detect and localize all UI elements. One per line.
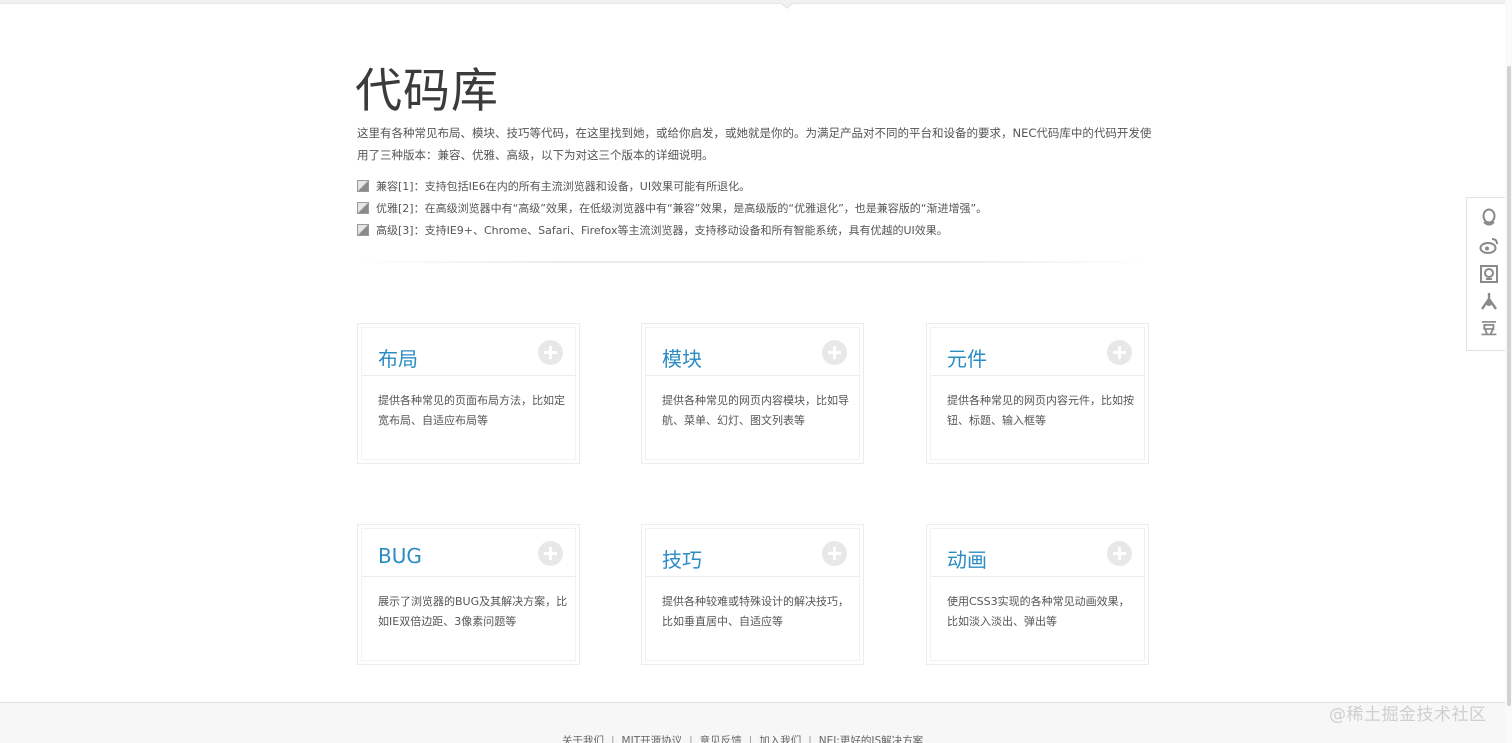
weibo-icon[interactable] bbox=[1479, 236, 1499, 256]
card-inner: 技巧 提供各种较难或特殊设计的解决技巧，比如垂直居中、自适应等 bbox=[645, 528, 860, 661]
card-description: 提供各种常见的页面布局方法，比如定宽布局、自适应布局等 bbox=[378, 394, 565, 427]
renren-icon[interactable] bbox=[1479, 291, 1499, 311]
footer-link-license[interactable]: MIT开源协议 bbox=[622, 735, 683, 743]
scrollbar-thumb[interactable] bbox=[1507, 66, 1511, 706]
footer: 关于我们 | MIT开源协议 | 意见反馈 | 加入我们 | NEJ:更好的JS解决方案 bbox=[0, 702, 1512, 743]
card-title[interactable]: 布局 bbox=[378, 343, 418, 372]
version-item-advanced: 高级[3]：支持IE9+、Chrome、Safari、Firefox等主流浏览器… bbox=[357, 220, 1157, 242]
plus-circle-icon[interactable] bbox=[822, 541, 847, 566]
page-title: 代码库 bbox=[355, 64, 499, 119]
card-inner: 动画 使用CSS3实现的各种常见动画效果，比如淡入淡出、弹出等 bbox=[930, 528, 1145, 661]
plus-circle-icon[interactable] bbox=[538, 541, 563, 566]
card-title[interactable]: 模块 bbox=[662, 343, 702, 372]
footer-separator: | bbox=[808, 735, 812, 743]
plus-circle-icon[interactable] bbox=[538, 340, 563, 365]
watermark: @稀土掘金技术社区 bbox=[1329, 705, 1487, 725]
douban-icon[interactable]: 豆 bbox=[1479, 319, 1499, 339]
version-marker-icon bbox=[357, 224, 369, 236]
footer-separator: | bbox=[748, 735, 753, 743]
page-scrollbar[interactable] bbox=[1505, 0, 1512, 743]
card-inner: BUG 展示了浏览器的BUG及其解决方案，比如IE双倍边距、3像素问题等 bbox=[361, 528, 576, 661]
card-description: 提供各种常见的网页内容模块，比如导航、菜单、幻灯、图文列表等 bbox=[662, 394, 849, 427]
card-title[interactable]: BUG bbox=[378, 544, 422, 568]
version-list: 兼容[1]：支持包括IE6在内的所有主流浏览器和设备，UI效果可能有所退化。 优… bbox=[357, 176, 1157, 242]
card-title[interactable]: 动画 bbox=[947, 544, 987, 573]
version-item-compatible: 兼容[1]：支持包括IE6在内的所有主流浏览器和设备，UI效果可能有所退化。 bbox=[357, 176, 1157, 198]
version-text: 优雅[2]：在高级浏览器中有“高级”效果，在低级浏览器中有“兼容”效果，是高级版… bbox=[376, 202, 988, 215]
footer-link-about[interactable]: 关于我们 bbox=[562, 735, 604, 743]
footer-link-nej[interactable]: NEJ:更好的JS解决方案 bbox=[819, 735, 923, 743]
footer-link-feedback[interactable]: 意见反馈 bbox=[700, 735, 742, 743]
card-description: 使用CSS3实现的各种常见动画效果，比如淡入淡出、弹出等 bbox=[947, 595, 1130, 628]
card-title[interactable]: 技巧 bbox=[662, 544, 702, 573]
card-tips[interactable]: 技巧 提供各种较难或特殊设计的解决技巧，比如垂直居中、自适应等 bbox=[641, 524, 864, 665]
card-title[interactable]: 元件 bbox=[947, 343, 987, 372]
footer-link-join[interactable]: 加入我们 bbox=[759, 735, 801, 743]
footer-links: 关于我们 | MIT开源协议 | 意见反馈 | 加入我们 | NEJ:更好的JS解决方案 bbox=[562, 733, 923, 743]
version-text: 兼容[1]：支持包括IE6在内的所有主流浏览器和设备，UI效果可能有所退化。 bbox=[376, 180, 751, 193]
card-header: 技巧 bbox=[646, 529, 859, 577]
plus-circle-icon[interactable] bbox=[1107, 340, 1132, 365]
card-bug[interactable]: BUG 展示了浏览器的BUG及其解决方案，比如IE双倍边距、3像素问题等 bbox=[357, 524, 580, 665]
footer-separator: | bbox=[689, 735, 693, 743]
card-elements[interactable]: 元件 提供各种常见的网页内容元件，比如按钮、标题、输入框等 bbox=[926, 323, 1149, 464]
qzone-icon[interactable] bbox=[1479, 264, 1499, 284]
top-bar-notch bbox=[780, 2, 794, 9]
card-layout[interactable]: 布局 提供各种常见的页面布局方法，比如定宽布局、自适应布局等 bbox=[357, 323, 580, 464]
plus-circle-icon[interactable] bbox=[1107, 541, 1132, 566]
card-header: 动画 bbox=[931, 529, 1144, 577]
section-divider bbox=[357, 261, 1152, 263]
card-description: 展示了浏览器的BUG及其解决方案，比如IE双倍边距、3像素问题等 bbox=[378, 595, 568, 628]
card-header: 布局 bbox=[362, 328, 575, 376]
card-description: 提供各种较难或特殊设计的解决技巧，比如垂直居中、自适应等 bbox=[662, 595, 849, 628]
card-header: 元件 bbox=[931, 328, 1144, 376]
version-item-graceful: 优雅[2]：在高级浏览器中有“高级”效果，在低级浏览器中有“兼容”效果，是高级版… bbox=[357, 198, 1157, 220]
version-marker-icon bbox=[357, 202, 369, 214]
card-inner: 布局 提供各种常见的页面布局方法，比如定宽布局、自适应布局等 bbox=[361, 327, 576, 460]
card-animation[interactable]: 动画 使用CSS3实现的各种常见动画效果，比如淡入淡出、弹出等 bbox=[926, 524, 1149, 665]
plus-circle-icon[interactable] bbox=[822, 340, 847, 365]
footer-separator: | bbox=[611, 735, 615, 743]
intro-text: 这里有各种常见布局、模块、技巧等代码，在这里找到她，或给你启发，或她就是你的。为… bbox=[357, 126, 1152, 162]
card-inner: 元件 提供各种常见的网页内容元件，比如按钮、标题、输入框等 bbox=[930, 327, 1145, 460]
card-header: BUG bbox=[362, 529, 575, 577]
card-modules[interactable]: 模块 提供各种常见的网页内容模块，比如导航、菜单、幻灯、图文列表等 bbox=[641, 323, 864, 464]
card-description: 提供各种常见的网页内容元件，比如按钮、标题、输入框等 bbox=[947, 394, 1134, 427]
qq-icon[interactable] bbox=[1479, 208, 1499, 228]
version-marker-icon bbox=[357, 180, 369, 192]
card-header: 模块 bbox=[646, 328, 859, 376]
top-bar bbox=[0, 0, 1512, 9]
card-inner: 模块 提供各种常见的网页内容模块，比如导航、菜单、幻灯、图文列表等 bbox=[645, 327, 860, 460]
version-text: 高级[3]：支持IE9+、Chrome、Safari、Firefox等主流浏览器… bbox=[376, 224, 948, 237]
